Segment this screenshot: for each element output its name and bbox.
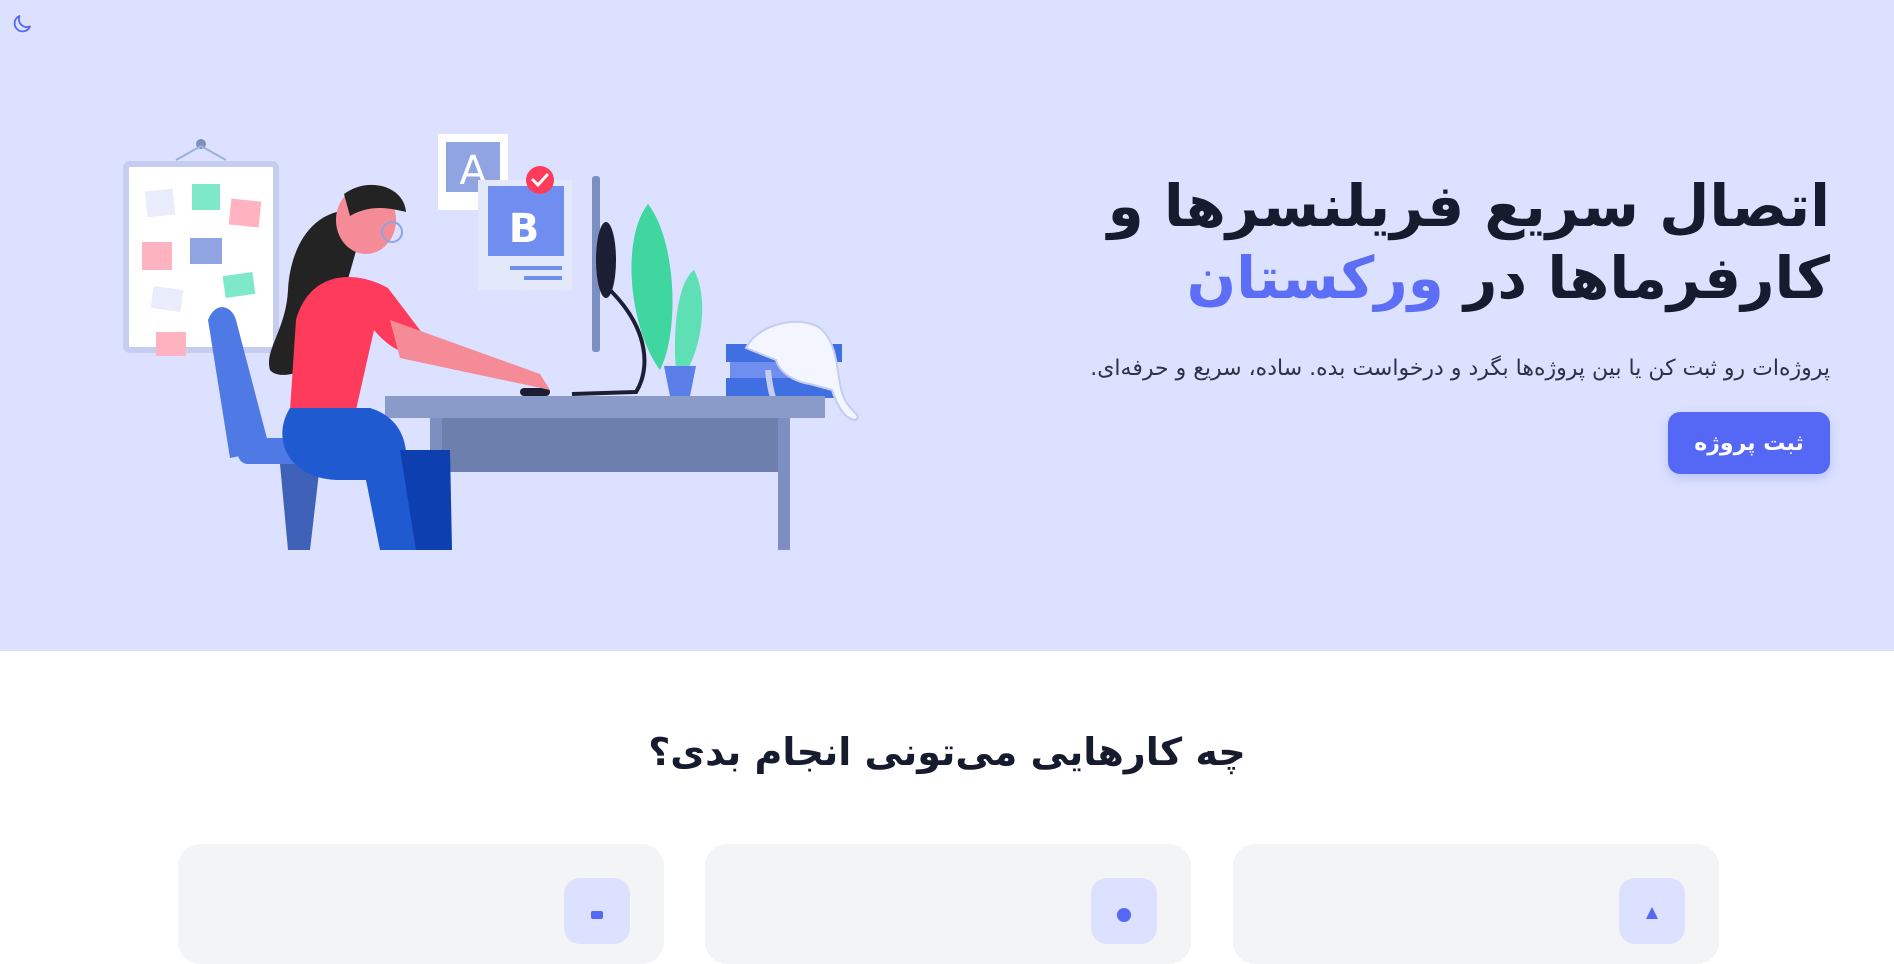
svg-text:B: B	[509, 206, 540, 252]
hero-title: اتصال سریع فریلنسرها و کارفرماها در ورکس…	[930, 170, 1830, 314]
sticky-note-board	[123, 139, 279, 356]
feature-card-icon	[1619, 878, 1685, 944]
hero-title-line2: کارفرماها در ورکستان	[930, 242, 1830, 314]
features-section-title: چه کارهایی می‌تونی انجام بدی؟	[648, 730, 1246, 774]
feature-card-right[interactable]	[1233, 844, 1719, 964]
hero-subtitle: پروژه‌ات رو ثبت کن یا بین پروژه‌ها بگرد …	[1090, 356, 1830, 381]
hero-text: اتصال سریع فریلنسرها و کارفرماها در ورکس…	[930, 170, 1830, 384]
plant	[631, 204, 703, 396]
feature-card-middle[interactable]	[705, 844, 1191, 964]
register-project-button[interactable]: ثبت پروژه	[1668, 412, 1830, 474]
feature-card-icon	[564, 878, 630, 944]
hero-illustration: A B	[123, 134, 859, 550]
moon-icon[interactable]	[8, 10, 36, 38]
hero-title-prefix: کارفرماها در	[1464, 244, 1830, 312]
feature-card-left[interactable]	[178, 844, 664, 964]
hero-section: A B اتصال سریع فریلنسرها و کارفرماها در …	[0, 0, 1894, 651]
feature-card-icon	[1091, 878, 1157, 944]
hero-title-line1: اتصال سریع فریلنسرها و	[1107, 172, 1830, 240]
brand-name: ورکستان	[1186, 244, 1444, 312]
document-icons: A B	[438, 134, 572, 290]
